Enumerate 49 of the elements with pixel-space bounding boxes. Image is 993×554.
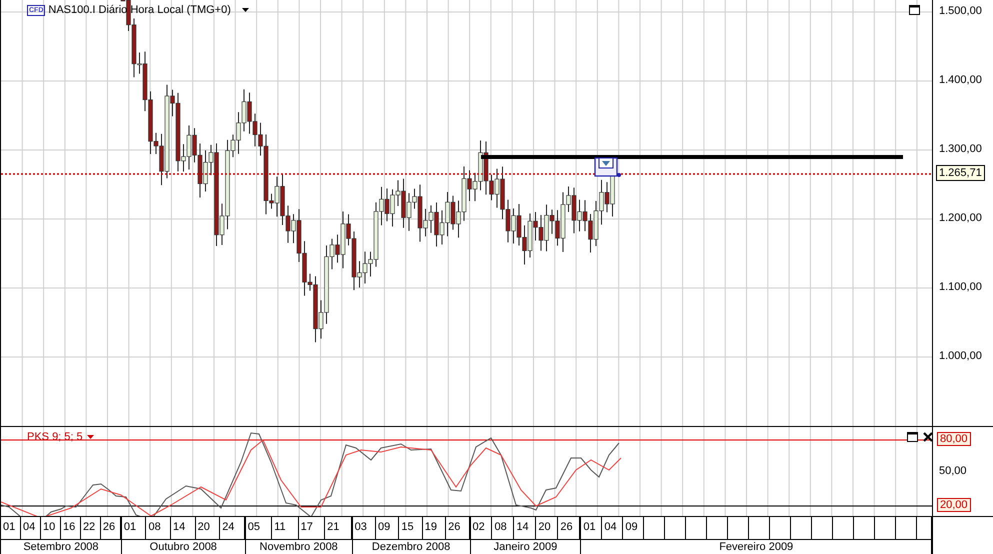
indicator-tick-label: 20,00 (937, 498, 971, 512)
close-icon[interactable] (923, 432, 932, 442)
date-tick-label: 10 (40, 517, 61, 539)
date-tick-label: 03 (352, 517, 376, 539)
maximize-icon[interactable] (907, 432, 918, 442)
date-tick-label: 26 (446, 517, 470, 539)
date-tick-label: 20 (196, 517, 220, 539)
month-label: Dezembro 2008 (370, 540, 452, 554)
date-tick-label: 24 (220, 517, 245, 539)
date-tick-label: 04 (20, 517, 41, 539)
date-tick-label: 15 (399, 517, 423, 539)
current-price-label: 1.265,71 (936, 165, 985, 181)
price-tick-label: 1.300,00 (939, 143, 982, 155)
month-label: Janeiro 2009 (492, 540, 558, 554)
price-tick-label: 1.100,00 (939, 281, 982, 293)
date-tick-label: 09 (623, 517, 644, 539)
price-tick-label: 1.500,00 (939, 5, 982, 17)
date-tick-label: 26 (558, 517, 580, 539)
order-marker-icon[interactable] (594, 157, 621, 177)
date-tick-label: 21 (325, 517, 352, 539)
indicator-tick-label: 50,00 (938, 465, 968, 477)
month-label: Novembro 2008 (258, 540, 339, 554)
date-tick-label: 11 (272, 517, 299, 539)
month-label: Setembro 2008 (22, 540, 100, 554)
price-tick-label: 1.400,00 (939, 74, 982, 86)
date-tick-label: 01 (122, 517, 146, 539)
price-tick-label: 1.000,00 (939, 350, 982, 362)
date-tick-label: 02 (470, 517, 492, 539)
indicator-tick-label: 80,00 (937, 432, 971, 446)
price-tick-label: 1.200,00 (939, 212, 982, 224)
date-tick-label: 01 (581, 517, 602, 539)
month-label: Fevereiro 2009 (718, 540, 794, 554)
date-tick-label: 08 (146, 517, 172, 539)
date-tick-label: 19 (422, 517, 446, 539)
date-tick-label: 04 (602, 517, 624, 539)
date-tick-label: 09 (376, 517, 400, 539)
date-tick-label: 05 (246, 517, 272, 539)
month-label: Outubro 2008 (148, 540, 218, 554)
date-tick-label: 17 (298, 517, 326, 539)
date-tick-label: 01 (1, 517, 21, 539)
date-tick-label: 08 (492, 517, 514, 539)
maximize-icon[interactable] (909, 5, 920, 15)
date-tick-label: 14 (514, 517, 536, 539)
date-tick-label: 14 (171, 517, 196, 539)
date-tick-label: 16 (60, 517, 81, 539)
caret-icon[interactable] (242, 8, 249, 12)
date-tick-label: 22 (80, 517, 101, 539)
date-tick-label: 20 (536, 517, 558, 539)
date-tick-label: 26 (100, 517, 121, 539)
